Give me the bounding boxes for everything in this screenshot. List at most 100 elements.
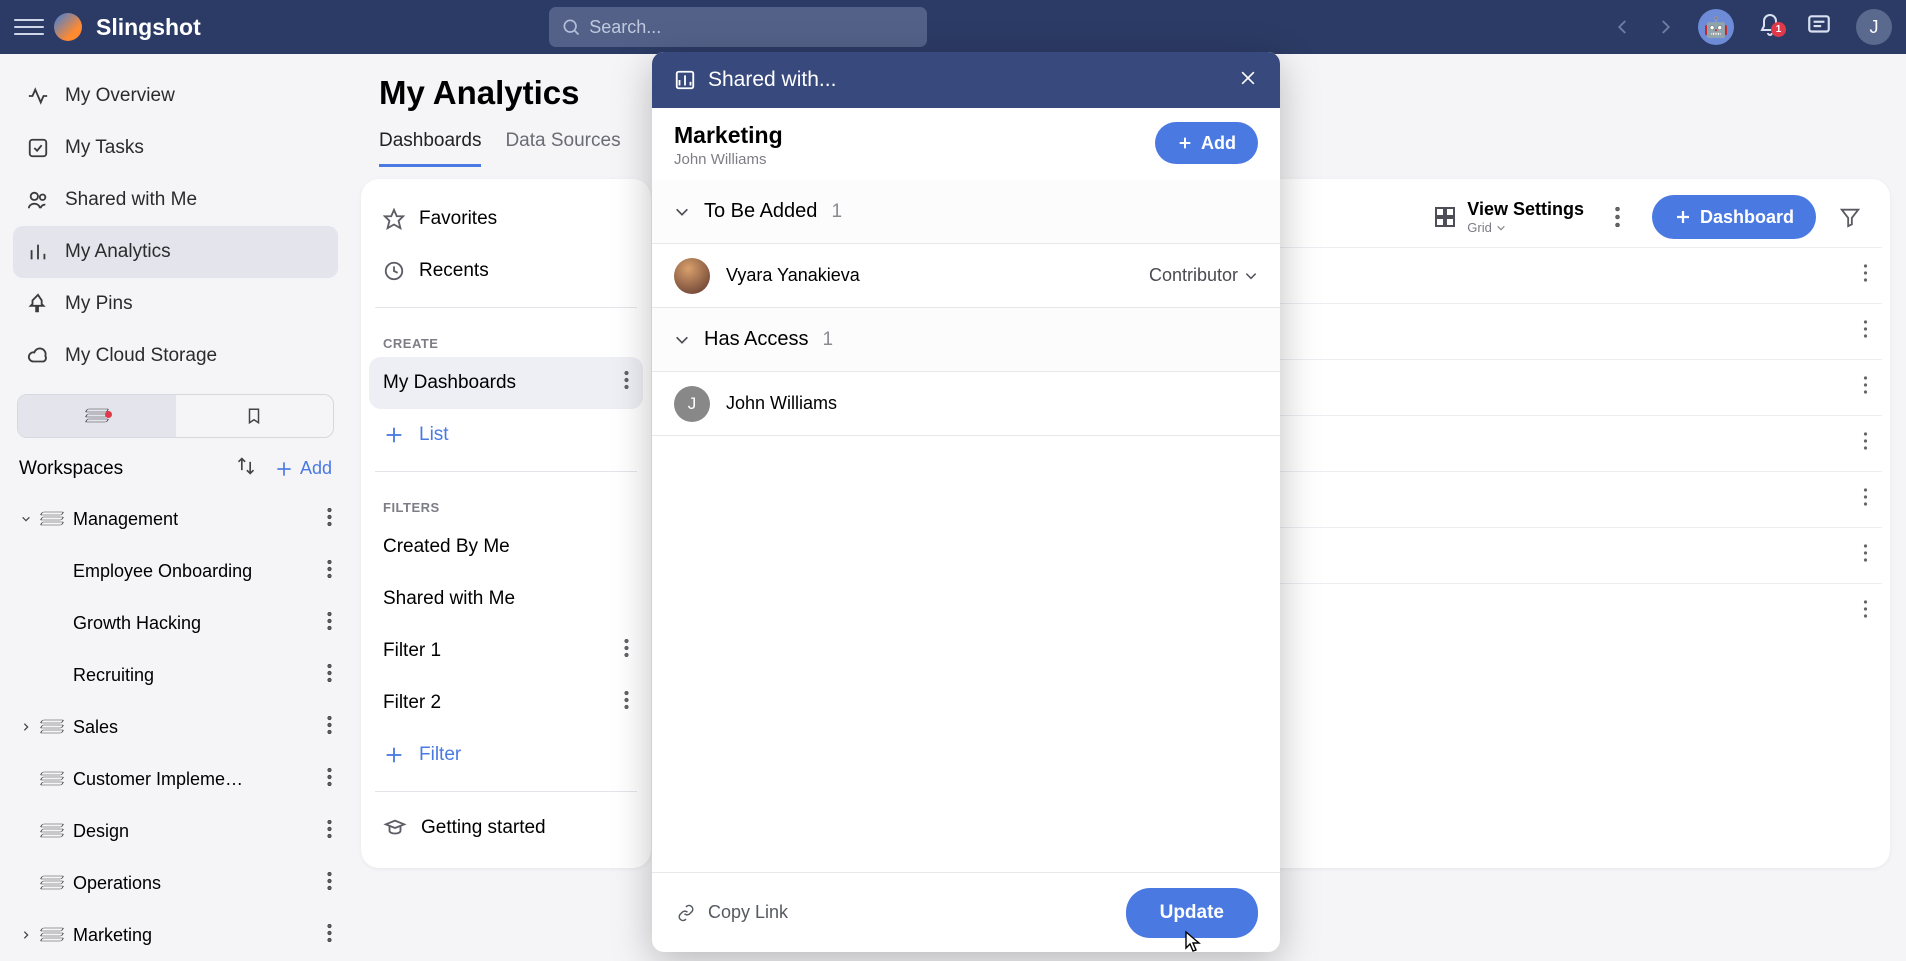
global-search[interactable] [549, 7, 927, 47]
chevron-down-icon [674, 204, 690, 220]
close-icon [1238, 68, 1258, 88]
pl-more[interactable] [624, 371, 629, 395]
assistant-avatar[interactable]: 🤖 [1698, 9, 1734, 45]
view-more[interactable] [1598, 197, 1638, 237]
dashboard-share-icon [674, 69, 696, 91]
graduation-icon [383, 817, 407, 839]
pl-favorites[interactable]: Favorites [369, 193, 643, 245]
filters-group-label: FILTERS [369, 482, 643, 521]
more-vertical-icon [1863, 320, 1868, 338]
pl-add-list[interactable]: List [369, 409, 643, 461]
ws-more[interactable] [327, 560, 332, 583]
pl-more[interactable] [624, 639, 629, 663]
pl-created-by-me[interactable]: Created By Me [369, 521, 643, 573]
group-has-access[interactable]: Has Access 1 [652, 308, 1280, 372]
group-label: Has Access [704, 328, 808, 351]
new-dashboard-button[interactable]: Dashboard [1652, 195, 1816, 239]
workspaces-sort[interactable] [236, 456, 256, 481]
plus-icon [1674, 208, 1692, 226]
pin-icon [27, 293, 49, 315]
update-button[interactable]: Update [1126, 888, 1258, 938]
pl-label: My Dashboards [383, 372, 516, 394]
nav-label: My Tasks [65, 137, 144, 159]
ws-operations[interactable]: Operations [13, 857, 338, 909]
row-more[interactable] [1863, 600, 1868, 623]
pl-shared-with-me[interactable]: Shared with Me [369, 573, 643, 625]
row-more[interactable] [1863, 376, 1868, 399]
star-icon [383, 208, 405, 230]
copy-link-button[interactable]: Copy Link [674, 902, 788, 923]
row-more[interactable] [1863, 544, 1868, 567]
ws-customer-implementation[interactable]: Customer Implementa… [13, 753, 338, 805]
brand-name: Slingshot [96, 14, 201, 41]
pl-add-filter[interactable]: Filter [369, 729, 643, 781]
ws-marketing[interactable]: Marketing [13, 909, 338, 961]
ws-more[interactable] [327, 664, 332, 687]
row-more[interactable] [1863, 264, 1868, 287]
ws-more[interactable] [327, 768, 332, 791]
ws-more[interactable] [327, 508, 332, 531]
search-input[interactable] [589, 17, 915, 38]
notifications-button[interactable]: 1 [1758, 13, 1782, 42]
nav-my-pins[interactable]: My Pins [13, 278, 338, 330]
ws-growth-hacking[interactable]: Growth Hacking [73, 597, 338, 649]
more-vertical-icon [1863, 376, 1868, 394]
user-avatar[interactable]: J [1856, 9, 1892, 45]
more-vertical-icon [624, 691, 629, 709]
ws-design[interactable]: Design [13, 805, 338, 857]
nav-back-icon [1614, 18, 1632, 36]
nav-my-cloud-storage[interactable]: My Cloud Storage [13, 330, 338, 382]
pl-getting-started[interactable]: Getting started [369, 802, 643, 854]
member-avatar [674, 258, 710, 294]
ws-more[interactable] [327, 872, 332, 895]
ws-management[interactable]: Management [13, 493, 338, 545]
ws-label: Operations [73, 873, 161, 894]
nav-my-overview[interactable]: My Overview [13, 70, 338, 122]
add-member-button[interactable]: Add [1155, 122, 1258, 164]
nav-my-tasks[interactable]: My Tasks [13, 122, 338, 174]
bookmarks-toggle[interactable] [176, 395, 334, 437]
view-settings[interactable]: View Settings Grid [1433, 199, 1584, 235]
menu-toggle[interactable] [14, 12, 44, 42]
nav-label: Shared with Me [65, 189, 197, 211]
more-vertical-icon [1863, 600, 1868, 618]
row-more[interactable] [1863, 488, 1868, 511]
pl-my-dashboards[interactable]: My Dashboards [369, 357, 643, 409]
nav-label: My Cloud Storage [65, 345, 217, 367]
ws-more[interactable] [327, 612, 332, 635]
row-more[interactable] [1863, 320, 1868, 343]
tab-dashboards[interactable]: Dashboards [379, 122, 481, 167]
workspace-add[interactable]: Add [274, 458, 332, 479]
shared-item-owner: John Williams [674, 151, 783, 168]
ws-recruiting[interactable]: Recruiting [73, 649, 338, 701]
pl-more[interactable] [624, 691, 629, 715]
pl-recents[interactable]: Recents [369, 245, 643, 297]
group-to-be-added[interactable]: To Be Added 1 [652, 180, 1280, 244]
plus-icon [1177, 135, 1193, 151]
workspaces-toggle[interactable] [18, 395, 176, 437]
pulse-icon [27, 85, 49, 107]
tab-data-sources[interactable]: Data Sources [505, 122, 620, 167]
layers-icon [41, 926, 63, 944]
close-button[interactable] [1238, 68, 1258, 93]
more-vertical-icon [327, 716, 332, 734]
pl-filter-2[interactable]: Filter 2 [369, 677, 643, 729]
ws-employee-onboarding[interactable]: Employee Onboarding [73, 545, 338, 597]
nav-shared-with-me[interactable]: Shared with Me [13, 174, 338, 226]
ws-more[interactable] [327, 716, 332, 739]
ws-sales[interactable]: Sales [13, 701, 338, 753]
ws-label: Growth Hacking [73, 613, 201, 634]
ws-label: Sales [73, 717, 118, 738]
filter-icon [1839, 206, 1861, 228]
member-role-dropdown[interactable]: Contributor [1149, 265, 1258, 286]
ws-more[interactable] [327, 820, 332, 843]
filter-button[interactable] [1830, 197, 1870, 237]
more-vertical-icon [1863, 488, 1868, 506]
row-more[interactable] [1863, 432, 1868, 455]
member-row: Vyara Yanakieva Contributor [652, 244, 1280, 308]
chat-button[interactable] [1806, 12, 1832, 43]
ws-more[interactable] [327, 924, 332, 947]
nav-my-analytics[interactable]: My Analytics [13, 226, 338, 278]
pl-filter-1[interactable]: Filter 1 [369, 625, 643, 677]
more-vertical-icon [1863, 544, 1868, 562]
